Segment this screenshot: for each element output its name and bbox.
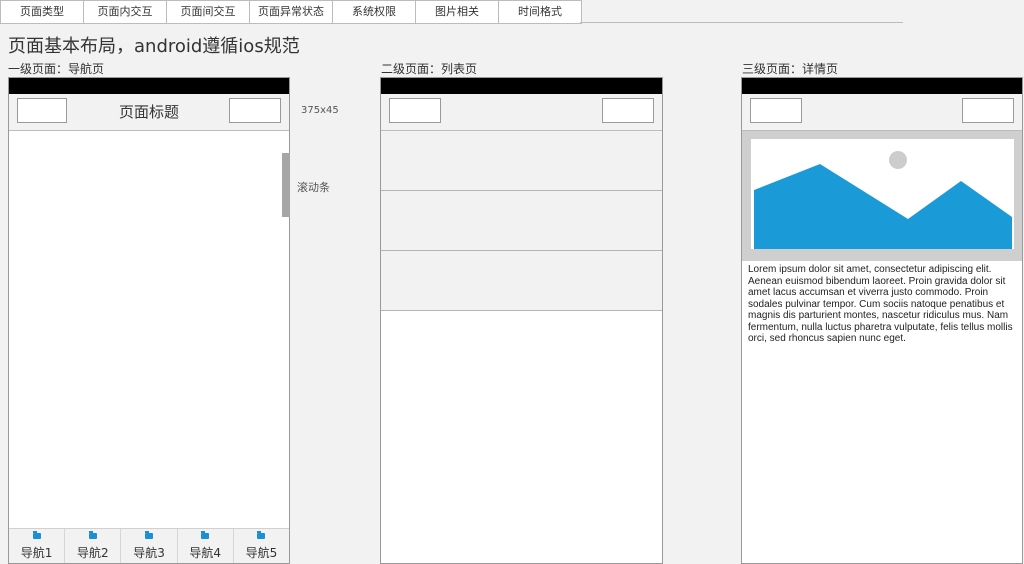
folder-icon xyxy=(257,531,266,539)
tab-time-format[interactable]: 时间格式 xyxy=(499,0,582,24)
folder-icon xyxy=(32,531,41,539)
list-item[interactable] xyxy=(381,251,662,311)
scrollbar-annotation: 滚动条 xyxy=(297,181,330,194)
folder-icon xyxy=(145,531,153,539)
nav-bar xyxy=(381,94,662,131)
image-placeholder-icon xyxy=(751,139,1014,249)
mountain-shape xyxy=(754,164,1012,249)
tab-between-page-interaction[interactable]: 页面间交互 xyxy=(167,0,250,24)
size-annotation: 375x45 xyxy=(301,105,339,116)
col3-label: 三级页面：详情页 xyxy=(742,62,839,76)
phone-nav-page: 页面标题 导航1 导航2 导航3 导航4 导航5 xyxy=(8,77,290,564)
image-placeholder-svg xyxy=(754,151,1012,249)
scrollbar[interactable] xyxy=(282,153,290,217)
tab-divider xyxy=(580,22,903,23)
sun-shape xyxy=(889,151,907,169)
status-bar xyxy=(381,78,662,94)
nav-left-button[interactable] xyxy=(750,98,802,123)
nav-right-button[interactable] xyxy=(229,98,281,123)
status-bar xyxy=(9,78,289,94)
tab-page-types[interactable]: 页面类型 xyxy=(0,0,84,24)
bottom-tab-bar: 导航1 导航2 导航3 导航4 导航5 xyxy=(9,528,289,563)
bottom-tab-1[interactable]: 导航1 xyxy=(9,529,64,563)
col1-label: 一级页面：导航页 xyxy=(8,62,105,76)
nav-bar: 页面标题 xyxy=(9,94,289,131)
tab-in-page-interaction[interactable]: 页面内交互 xyxy=(84,0,167,24)
tab-system-permissions[interactable]: 系统权限 xyxy=(333,0,416,24)
nav-right-button[interactable] xyxy=(602,98,654,123)
bottom-tab-label: 导航4 xyxy=(189,546,222,560)
detail-body-text: Lorem ipsum dolor sit amet, consectetur … xyxy=(748,264,1013,344)
page-title: 页面基本布局，android遵循ios规范 xyxy=(8,36,300,57)
list-item[interactable] xyxy=(381,191,662,251)
status-bar xyxy=(742,78,1022,94)
list-item[interactable] xyxy=(381,131,662,191)
nav-bar xyxy=(742,94,1022,131)
bottom-tab-2[interactable]: 导航2 xyxy=(64,529,120,563)
nav-right-button[interactable] xyxy=(962,98,1014,123)
phone-list-page xyxy=(380,77,663,564)
hero-image-frame xyxy=(742,131,1022,261)
bottom-tab-3[interactable]: 导航3 xyxy=(120,529,176,563)
nav-left-button[interactable] xyxy=(389,98,441,123)
bottom-tab-label: 导航5 xyxy=(245,546,278,560)
bottom-tab-5[interactable]: 导航5 xyxy=(232,529,289,563)
top-tab-bar: 页面类型 页面内交互 页面间交互 页面异常状态 系统权限 图片相关 时间格式 xyxy=(0,0,582,24)
bottom-tab-label: 导航1 xyxy=(20,546,53,560)
tab-image-related[interactable]: 图片相关 xyxy=(416,0,499,24)
bottom-tab-label: 导航3 xyxy=(133,546,165,560)
bottom-tab-4[interactable]: 导航4 xyxy=(176,529,233,563)
tab-page-error-states[interactable]: 页面异常状态 xyxy=(250,0,333,24)
phone-detail-page: Lorem ipsum dolor sit amet, consectetur … xyxy=(741,77,1023,564)
col2-label: 二级页面：列表页 xyxy=(381,62,478,76)
folder-icon xyxy=(88,531,97,539)
bottom-tab-label: 导航2 xyxy=(76,546,109,560)
folder-icon xyxy=(201,531,210,539)
